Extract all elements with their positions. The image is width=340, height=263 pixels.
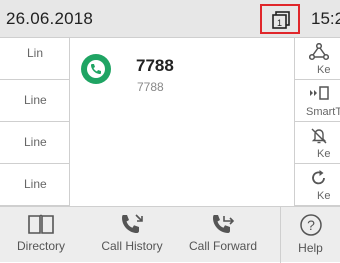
line-key-4[interactable]: Line	[0, 164, 69, 206]
call-forward-button[interactable]: Call Forward	[182, 207, 264, 263]
device-indicator-highlight[interactable]: 1	[260, 4, 300, 34]
transfer-icon	[309, 43, 329, 61]
soft-key-transfer[interactable]: Ke	[295, 38, 340, 80]
bottom-bar: Directory Call History Call Forward ? He…	[0, 206, 340, 263]
svg-text:1: 1	[277, 18, 282, 28]
soft-key-redial[interactable]: Ke	[295, 164, 340, 206]
soft-key-label: Ke	[317, 64, 331, 76]
soft-key-label: SmartT	[306, 106, 340, 118]
call-forward-label: Call Forward	[188, 239, 257, 253]
caller-name: 7788	[136, 56, 174, 75]
soft-key-label: Ke	[317, 148, 331, 160]
mute-bell-icon	[311, 128, 327, 144]
help-button[interactable]: ? Help	[281, 207, 340, 263]
call-history-icon	[122, 214, 143, 233]
call-forward-icon	[213, 215, 235, 233]
directory-button[interactable]: Directory	[0, 207, 82, 263]
device-indicator-icon: 1	[272, 11, 290, 29]
date-label: 26.06.2018	[6, 9, 94, 28]
call-history-label: Call History	[101, 239, 163, 253]
caller-number: 7788	[137, 80, 164, 94]
active-call-icon	[81, 54, 111, 84]
soft-key-smart-transfer[interactable]: SmartT	[295, 80, 340, 122]
line-key-2[interactable]: Line	[0, 80, 69, 122]
line-key-1[interactable]: Lin	[0, 38, 69, 80]
svg-text:?: ?	[307, 217, 315, 233]
soft-key-mute[interactable]: Ke	[295, 122, 340, 164]
book-icon	[28, 214, 54, 234]
redial-icon	[312, 170, 325, 185]
call-history-button[interactable]: Call History	[82, 207, 182, 263]
directory-label: Directory	[16, 239, 65, 253]
line-key-3[interactable]: Line	[0, 122, 69, 164]
smart-transfer-icon	[310, 86, 329, 100]
help-icon: ?	[299, 214, 322, 236]
time-label: 15:26	[311, 9, 340, 28]
call-panel: 7788 7788	[70, 38, 294, 206]
help-label: Help	[298, 241, 323, 255]
line-keys: Lin Line Line Line	[0, 38, 70, 206]
soft-keys: Ke SmartT Ke Ke	[294, 38, 340, 206]
soft-key-label: Ke	[317, 190, 331, 202]
status-bar: 26.06.2018 1 15:26	[0, 0, 340, 38]
